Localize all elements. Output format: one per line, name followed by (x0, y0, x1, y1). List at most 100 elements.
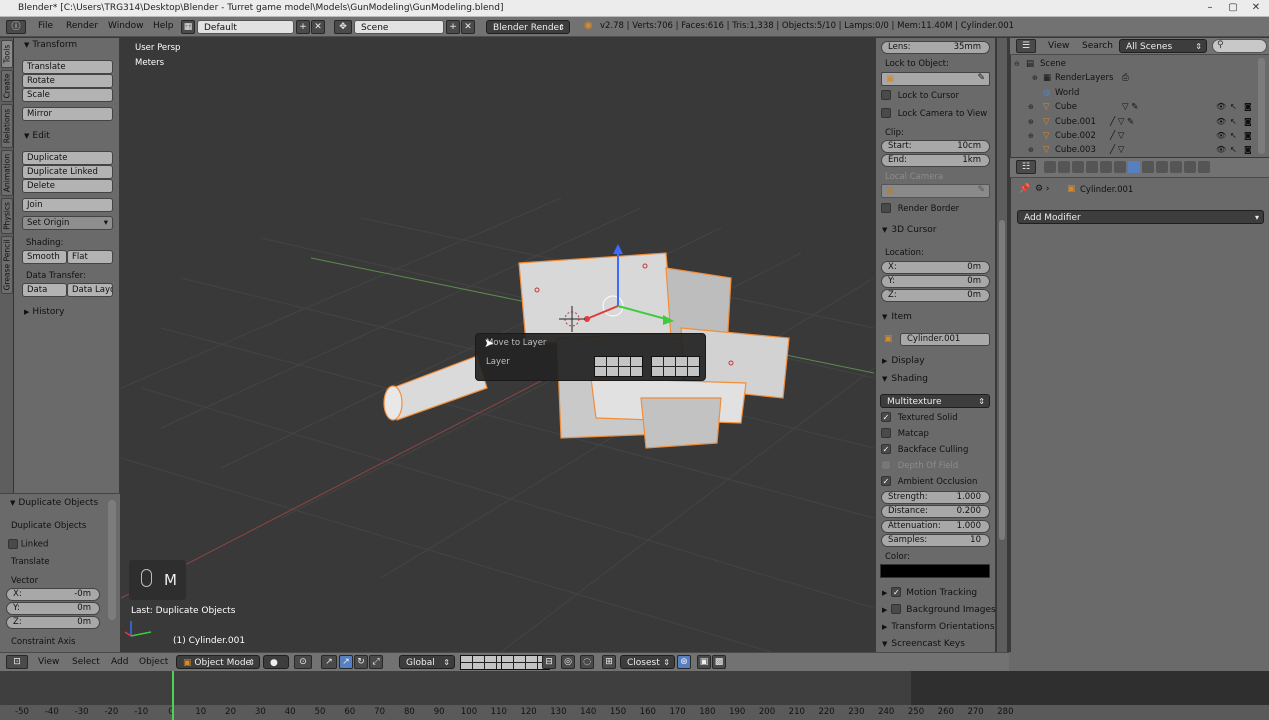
data-layout-button[interactable]: Data Layo (67, 283, 113, 297)
scene-tab-icon[interactable] (1072, 161, 1084, 173)
render-tab-icon[interactable] (1044, 161, 1056, 173)
move-to-layer-popup[interactable]: Move to Layer Layer (475, 333, 706, 381)
outliner-row-cube-001[interactable]: ⊕ ▽ Cube.001 ╱ ▽ ✎ 👁 ↖ ◙ (1010, 115, 1260, 129)
checkmark-icon[interactable]: ✓ (891, 587, 902, 597)
scene-selector[interactable]: Scene (354, 20, 444, 34)
layer-lock-icon[interactable]: ⊟ (542, 655, 556, 669)
smooth-button[interactable]: Smooth (22, 250, 67, 264)
properties-editor-icon[interactable]: ☷ (1016, 160, 1036, 174)
lock-to-cursor-checkbox[interactable]: Lock to Cursor (881, 90, 959, 101)
pivot-point-icon[interactable]: ⊙ (294, 655, 312, 669)
layout-selector[interactable]: Default (197, 20, 294, 34)
outliner-search-input[interactable]: ⚲ (1212, 39, 1267, 53)
physics-tab-icon[interactable] (1198, 161, 1210, 173)
tab-relations[interactable]: Relations (1, 104, 13, 148)
lock-object-field[interactable]: ▣ ✎ (881, 72, 990, 86)
remove-scene-button[interactable]: ✕ (461, 20, 475, 34)
scrollbar-thumb[interactable] (999, 220, 1005, 540)
frame-ruler[interactable] (0, 705, 1269, 720)
vector-x-field[interactable]: X: -0m (6, 588, 100, 601)
delete-button[interactable]: Delete (22, 179, 113, 193)
tab-grease-pencil[interactable]: Grease Pencil (1, 236, 13, 294)
expand-icon[interactable]: ⊕ (1028, 129, 1034, 143)
tab-physics[interactable]: Physics (1, 198, 13, 234)
menu-window[interactable]: Window (108, 21, 144, 31)
translate-manipulator-icon[interactable]: ↗ (339, 655, 353, 669)
ao-attenuation-field[interactable]: Attenuation: 1.000 (881, 520, 990, 533)
expand-icon[interactable]: ⊕ (1028, 143, 1034, 156)
scale-manipulator-icon[interactable]: ⤢ (369, 655, 383, 669)
object-tab-icon[interactable] (1100, 161, 1112, 173)
layer-grid-left[interactable] (594, 356, 643, 377)
add-layout-button[interactable]: + (296, 20, 310, 34)
lock-camera-checkbox[interactable]: Lock Camera to View (881, 108, 987, 119)
add-scene-button[interactable]: + (446, 20, 460, 34)
snap-target-dropdown[interactable]: Closest ⇕ (620, 655, 675, 669)
mirror-button[interactable]: Mirror (22, 107, 113, 121)
remove-layout-button[interactable]: ✕ (311, 20, 325, 34)
backface-culling-checkbox[interactable]: ✓ Backface Culling (881, 444, 968, 455)
cursor-z-field[interactable]: Z: 0m (881, 289, 990, 302)
collapse-icon[interactable]: ⊖ (1014, 57, 1020, 71)
outliner-scrollbar[interactable] (1258, 58, 1265, 154)
opengl-render-icon[interactable]: ▣ (697, 655, 711, 669)
material-tab-icon[interactable] (1156, 161, 1168, 173)
ambient-occlusion-checkbox[interactable]: ✓ Ambient Occlusion (881, 476, 977, 487)
history-panel-header[interactable]: ▶ History (24, 307, 64, 317)
screen-layout-icon[interactable]: ▦ (181, 20, 195, 34)
close-button[interactable]: ✕ (1245, 1, 1267, 15)
minimize-button[interactable]: – (1199, 1, 1221, 15)
cursor-y-field[interactable]: Y: 0m (881, 275, 990, 288)
select-arrow-icon[interactable]: ↖ (1230, 143, 1237, 156)
shading-mode-dropdown[interactable]: Multitexture ⇕ (880, 394, 990, 408)
vector-z-field[interactable]: Z: 0m (6, 616, 100, 629)
snap-rotation-icon[interactable]: ⊛ (677, 655, 691, 669)
ao-color-swatch[interactable] (880, 564, 990, 578)
modifiers-tab-icon[interactable] (1128, 161, 1140, 173)
ao-samples-field[interactable]: Samples: 10 (881, 534, 990, 547)
select-arrow-icon[interactable]: ↖ (1230, 100, 1237, 114)
layer-grid-right[interactable] (651, 356, 700, 377)
scale-button[interactable]: Scale (22, 88, 113, 102)
texture-tab-icon[interactable] (1170, 161, 1182, 173)
duplicate-linked-button[interactable]: Duplicate Linked (22, 165, 113, 179)
editor-type-icon[interactable]: ⓘ (6, 20, 26, 34)
outliner-search-menu[interactable]: Search (1082, 41, 1113, 51)
render-engine-selector[interactable]: Blender Render ⇕ (486, 20, 570, 34)
particles-tab-icon[interactable] (1184, 161, 1196, 173)
outliner-view-menu[interactable]: View (1048, 41, 1069, 51)
outliner-editor-icon[interactable]: ☰ (1016, 39, 1036, 53)
edit-panel-header[interactable]: ▼ Edit (24, 131, 50, 141)
menu-file[interactable]: File (38, 21, 53, 31)
linked-checkbox[interactable]: Linked (8, 539, 48, 550)
visibility-eye-icon[interactable]: 👁 (1216, 129, 1226, 143)
outliner-row-scene[interactable]: ⊖ ▤ Scene (1010, 57, 1260, 71)
join-button[interactable]: Join (22, 198, 113, 212)
object-name-field[interactable]: Cylinder.001 (900, 333, 990, 346)
proportional-edit-icon[interactable]: ◎ (561, 655, 575, 669)
outliner-filter-dropdown[interactable]: All Scenes ⇕ (1119, 39, 1207, 53)
redo-panel-header[interactable]: ▼ Duplicate Objects (10, 498, 98, 508)
data-tab-icon[interactable] (1142, 161, 1154, 173)
select-arrow-icon[interactable]: ↖ (1230, 129, 1237, 143)
outliner-row-cube[interactable]: ⊕ ▽ Cube ▽ ✎ 👁 ↖ ◙ (1010, 100, 1260, 114)
clip-start-field[interactable]: Start: 10cm (881, 140, 990, 153)
transform-orientation-dropdown[interactable]: Global ⇕ (399, 655, 455, 669)
transform-orientations-panel-header[interactable]: ▶ Transform Orientations (882, 622, 995, 632)
menu-object[interactable]: Object (139, 657, 168, 667)
menu-add[interactable]: Add (111, 657, 128, 667)
set-origin-dropdown[interactable]: Set Origin ▾ (22, 216, 113, 230)
viewport-editor-icon[interactable]: ⊡ (6, 655, 28, 669)
render-camera-icon[interactable]: ◙ (1244, 100, 1252, 114)
viewport-shading-dropdown[interactable]: ● (263, 655, 289, 669)
menu-view[interactable]: View (38, 657, 59, 667)
tab-create[interactable]: Create (1, 70, 13, 102)
tab-animation[interactable]: Animation (1, 150, 13, 196)
menu-help[interactable]: Help (153, 21, 174, 31)
item-panel-header[interactable]: ▼ Item (882, 312, 912, 322)
expand-icon[interactable]: ⊕ (1032, 71, 1038, 85)
transform-panel-header[interactable]: ▼ Transform (24, 40, 77, 50)
clip-end-field[interactable]: End: 1km (881, 154, 990, 167)
tab-tools[interactable]: Tools (1, 40, 13, 68)
snap-toggle-icon[interactable]: ◌ (580, 655, 594, 669)
